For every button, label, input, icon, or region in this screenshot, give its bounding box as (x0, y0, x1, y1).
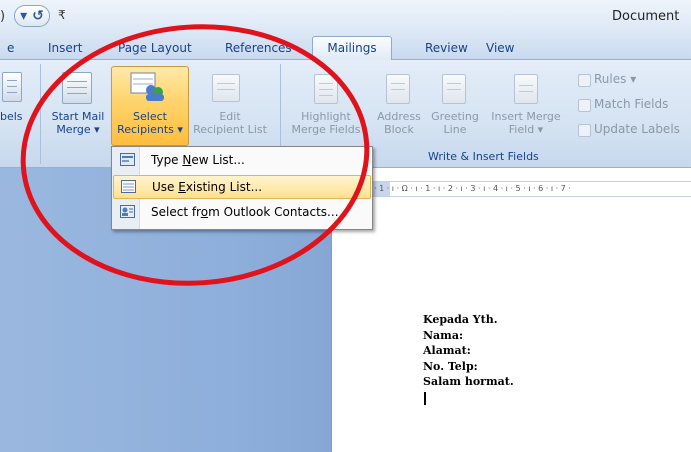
letter-line: Nama: (423, 328, 464, 342)
match-fields-icon (578, 99, 591, 112)
insert-merge-field-button[interactable]: Insert Merge Field ▾ (486, 110, 566, 136)
greeting-line-label-1: Greeting (431, 110, 479, 123)
letter-line: Kepada Yth. (423, 313, 498, 326)
customize-toolbar-icon[interactable]: ₹ (58, 8, 66, 22)
letter-line: No. Telp: (423, 359, 478, 373)
undo-button-fragment[interactable]: ) (0, 9, 5, 24)
tab-review[interactable]: Review (425, 41, 468, 55)
tab-home[interactable]: e (7, 41, 14, 55)
address-block-icon (386, 74, 410, 104)
address-block-label-1: Address (377, 110, 421, 123)
menu-item-use-existing-list[interactable]: Use Existing List... (113, 175, 371, 199)
redo-button[interactable]: ▾ ↺ (14, 5, 50, 27)
letter-text[interactable]: Kepada Yth. Nama: Alamat: No. Telp: Sala… (423, 312, 514, 390)
outlook-contacts-icon (120, 205, 135, 218)
select-recipients-icon (130, 72, 164, 101)
rules-button[interactable]: Rules ▾ (594, 72, 636, 86)
edit-recipient-list-button[interactable]: Edit Recipient List (190, 110, 270, 136)
group-label-write-insert-fields: Write & Insert Fields (428, 150, 539, 163)
insert-merge-field-label-1: Insert Merge (491, 110, 561, 123)
greeting-line-button[interactable]: Greeting Line (428, 110, 482, 136)
start-mail-merge-icon (62, 72, 92, 104)
select-recipients-label-1: Select (133, 110, 167, 123)
menu-item-label: Select from Outlook Contacts... (151, 205, 339, 219)
menu-item-type-new-list[interactable]: Type New List... (113, 149, 371, 173)
menu-item-select-outlook-contacts[interactable]: Select from Outlook Contacts... (113, 201, 371, 225)
tab-mailings[interactable]: Mailings (312, 36, 392, 61)
update-labels-button[interactable]: Update Labels (594, 122, 680, 136)
letter-line: Alamat: (423, 344, 471, 357)
insert-merge-field-label-2: Field ▾ (508, 123, 544, 136)
start-mail-merge-label-1: Start Mail (51, 110, 105, 123)
menu-item-label: Type New List... (151, 153, 245, 167)
start-mail-merge-button[interactable]: Start Mail Merge ▾ (44, 110, 112, 136)
address-block-label-2: Block (384, 123, 414, 136)
ruler-ticks: · 1 · ı · Ω · ı · 1 · ı · 2 · ı · 3 · ı … (374, 184, 571, 193)
edit-recipient-list-label-2: Recipient List (193, 123, 267, 136)
group-separator (40, 64, 41, 164)
start-mail-merge-label-2: Merge ▾ (56, 123, 100, 136)
existing-list-icon (121, 180, 136, 193)
greeting-line-icon (442, 74, 466, 104)
greeting-line-label-2: Line (443, 123, 467, 136)
document-title: Document (612, 9, 680, 24)
address-block-button[interactable]: Address Block (370, 110, 428, 136)
select-recipients-text: Select Recipients ▾ (111, 110, 189, 136)
tab-references[interactable]: References (225, 41, 292, 55)
new-list-icon (120, 153, 135, 166)
select-recipients-label-2: Recipients ▾ (117, 123, 183, 136)
insert-merge-field-icon (514, 74, 538, 104)
rules-icon (578, 74, 591, 87)
tab-page-layout[interactable]: Page Layout (118, 41, 192, 55)
tab-insert[interactable]: Insert (48, 41, 82, 55)
highlight-merge-fields-label-2: Merge Fields (291, 123, 361, 136)
menu-item-label: Use Existing List... (152, 180, 263, 194)
edit-recipient-list-icon (212, 74, 240, 102)
highlight-merge-fields-button[interactable]: Highlight Merge Fields (286, 110, 366, 136)
labels-button[interactable]: bels (0, 110, 23, 123)
letter-line: Salam hormat. (423, 375, 514, 388)
highlight-merge-fields-label-1: Highlight (301, 110, 351, 123)
text-caret (424, 392, 426, 405)
highlight-merge-fields-icon (314, 74, 338, 104)
horizontal-ruler[interactable]: · 1 · ı · Ω · ı · 1 · ı · 2 · ı · 3 · ı … (370, 181, 691, 197)
title-bar (0, 0, 691, 34)
document-page[interactable] (332, 168, 691, 452)
edit-recipient-list-label-1: Edit (219, 110, 241, 123)
tab-view[interactable]: View (486, 41, 514, 55)
update-labels-icon (578, 124, 591, 137)
match-fields-button[interactable]: Match Fields (594, 97, 668, 111)
labels-icon (2, 72, 22, 102)
redo-icon: ▾ ↺ (20, 8, 44, 24)
